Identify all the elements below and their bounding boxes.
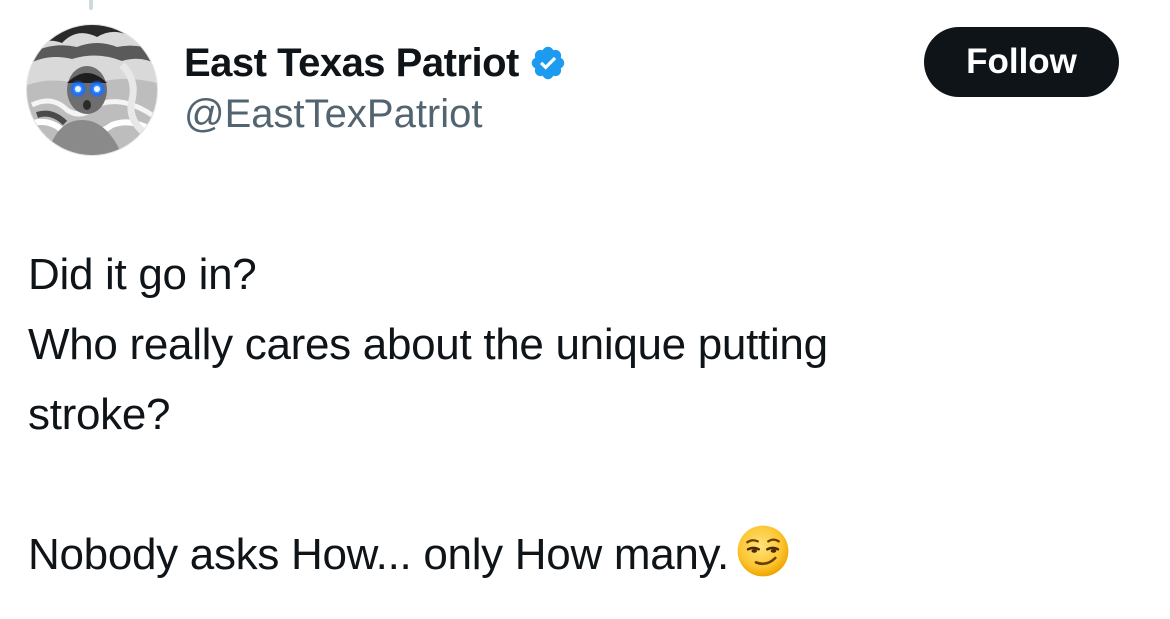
tweet-line: Nobody asks How... only How many. xyxy=(28,530,729,579)
smirking-face-emoji-icon xyxy=(737,525,789,577)
display-name[interactable]: East Texas Patriot xyxy=(184,41,519,86)
user-handle[interactable]: @EastTexPatriot xyxy=(184,92,483,137)
tweet-line-with-emoji: Nobody asks How... only How many. xyxy=(28,520,1138,590)
thread-connector-line xyxy=(89,0,93,10)
follow-button[interactable]: Follow xyxy=(924,27,1119,97)
tweet-line: stroke? xyxy=(28,390,171,439)
author-name-row: East Texas Patriot xyxy=(184,40,567,86)
tweet-line: Who really cares about the unique puttin… xyxy=(28,320,828,369)
tweet-text: Did it go in? Who really cares about the… xyxy=(28,240,1138,590)
avatar-image xyxy=(27,25,157,155)
verified-badge-icon[interactable] xyxy=(529,44,567,82)
tweet-line: Did it go in? xyxy=(28,250,257,299)
avatar[interactable] xyxy=(26,24,158,156)
